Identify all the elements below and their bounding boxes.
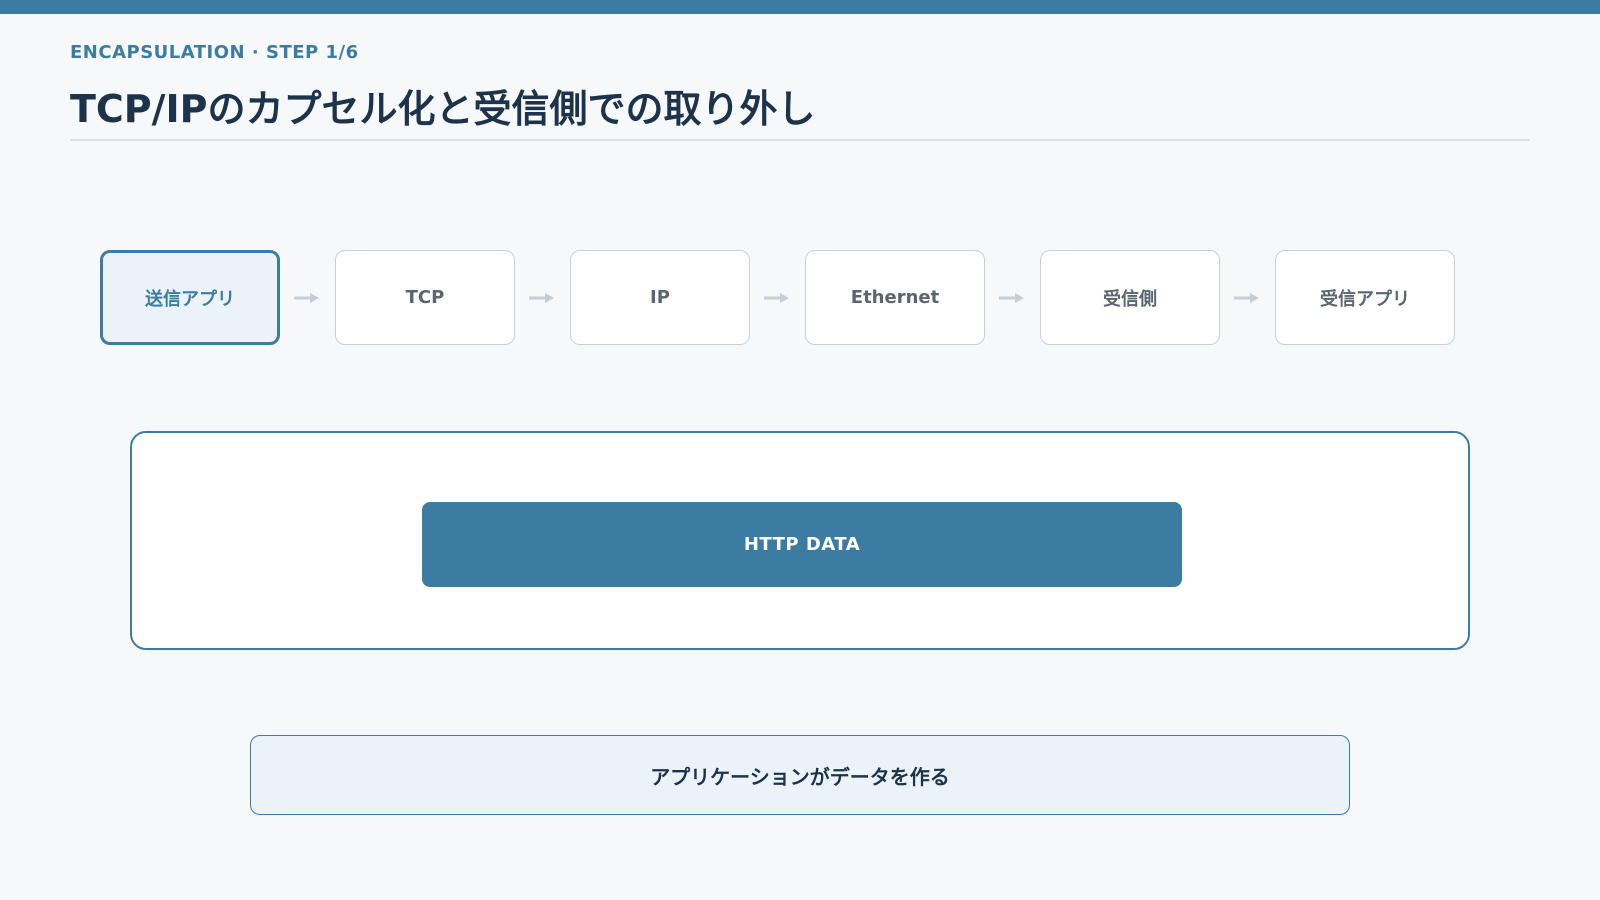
arrow-right-icon xyxy=(529,293,554,303)
step-label: TCP xyxy=(405,287,445,308)
step-tcp[interactable]: TCP xyxy=(335,250,515,345)
arrow-right-icon xyxy=(999,293,1024,303)
step-caption: アプリケーションがデータを作る xyxy=(250,735,1350,815)
step-label: IP xyxy=(650,287,670,308)
packet-stage: HTTP DATA xyxy=(130,431,1470,650)
step-receiver[interactable]: 受信側 xyxy=(1040,250,1220,345)
step-receiver-app[interactable]: 受信アプリ xyxy=(1275,250,1455,345)
step-label: 送信アプリ xyxy=(145,288,235,310)
step-label: 受信アプリ xyxy=(1320,288,1410,310)
title-divider xyxy=(70,139,1530,141)
arrow-right-icon xyxy=(1234,293,1259,303)
step-label: Ethernet xyxy=(850,287,940,308)
step-eyebrow: ENCAPSULATION · STEP 1/6 xyxy=(70,42,359,63)
http-data-block: HTTP DATA xyxy=(422,502,1182,587)
step-ethernet[interactable]: Ethernet xyxy=(805,250,985,345)
step-sender-app[interactable]: 送信アプリ xyxy=(100,250,280,345)
page-title: TCP/IPのカプセル化と受信側での取り外し xyxy=(70,87,816,131)
step-flow: 送信アプリ TCP IP Ethernet 受信側 受信アプリ xyxy=(0,250,1600,345)
top-accent-bar xyxy=(0,0,1600,14)
arrow-right-icon xyxy=(294,293,319,303)
arrow-right-icon xyxy=(764,293,789,303)
step-ip[interactable]: IP xyxy=(570,250,750,345)
step-label: 受信側 xyxy=(1103,288,1157,310)
